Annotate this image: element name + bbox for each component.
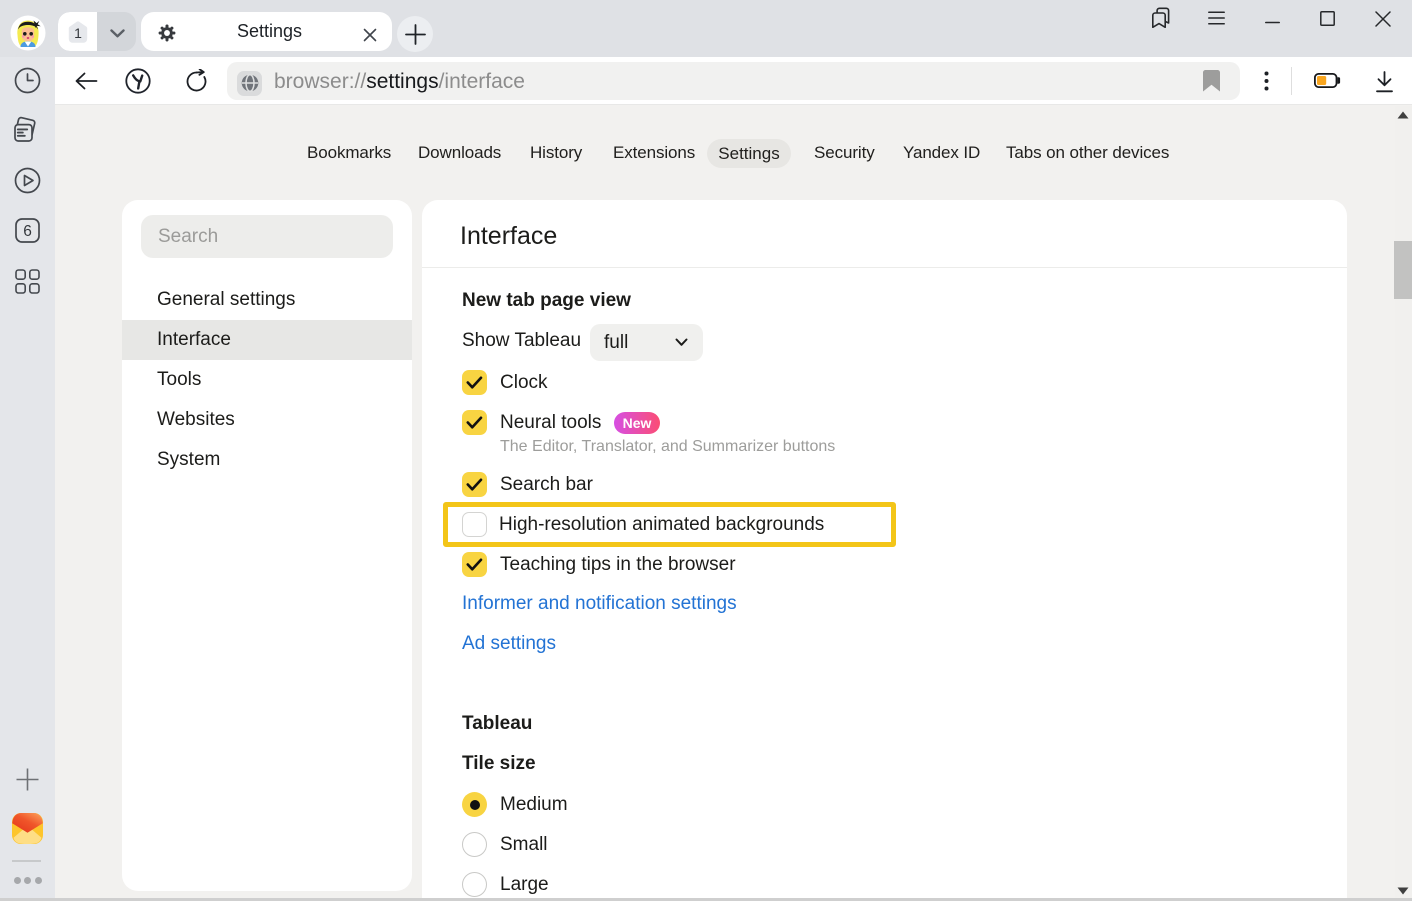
svg-text:1: 1 (74, 25, 82, 41)
svg-text:6: 6 (23, 223, 32, 240)
